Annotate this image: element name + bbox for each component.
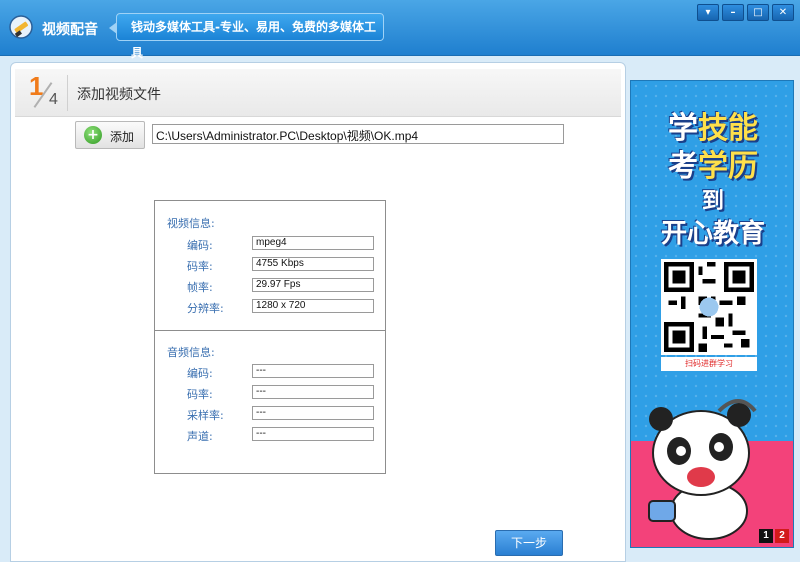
ad-headline-2: 考学历	[631, 141, 793, 185]
video-codec-value: mpeg4	[252, 236, 374, 250]
add-button-label: 添加	[110, 130, 135, 144]
qr-caption: 扫码进群学习	[661, 357, 757, 371]
video-bitrate-label: 码率:	[187, 260, 213, 273]
video-framerate-label: 帧率:	[187, 281, 213, 294]
step-total: 4	[49, 91, 58, 108]
title-bar: 视频配音 钱动多媒体工具-专业、易用、免费的多媒体工具 ▾ – □ ✕	[0, 0, 800, 60]
video-codec-label: 编码:	[187, 239, 213, 252]
media-info-box: 视频信息: 编码: mpeg4 码率: 4755 Kbps 帧率: 29.97 …	[154, 200, 386, 474]
video-info-title: 视频信息:	[167, 217, 215, 230]
audio-channels-value: ---	[252, 427, 374, 441]
qr-code-icon	[661, 259, 757, 355]
info-separator	[155, 330, 385, 331]
next-step-button[interactable]: 下一步	[495, 530, 563, 556]
audio-bitrate-label: 码率:	[187, 388, 213, 401]
maximize-button[interactable]: □	[747, 4, 769, 21]
step-header: 1 4 添加视频文件	[15, 69, 621, 117]
audio-codec-value: ---	[252, 364, 374, 378]
step-title: 添加视频文件	[77, 87, 161, 103]
video-framerate-value: 29.97 Fps	[252, 278, 374, 292]
close-button[interactable]: ✕	[772, 4, 794, 21]
ad-headline-2b: 学历	[698, 149, 758, 184]
plus-icon: +	[84, 126, 102, 144]
ad-banner[interactable]: 学技能 考学历 到 开心教育 扫码进群学习 1 2	[630, 80, 794, 548]
step-indicator: 1 4	[29, 71, 61, 113]
app-logo-icon	[8, 14, 34, 40]
video-resolution-value: 1280 x 720	[252, 299, 374, 313]
add-file-button[interactable]: + 添加	[75, 121, 145, 149]
file-path-field[interactable]: C:\Users\Administrator.PC\Desktop\视频\OK.…	[152, 124, 564, 144]
panda-mascot-icon	[639, 381, 769, 541]
step-divider	[67, 75, 68, 111]
ad-headline-3: 到	[701, 189, 724, 214]
ad-page-1[interactable]: 1	[759, 529, 773, 543]
slogan-banner: 钱动多媒体工具-专业、易用、免费的多媒体工具	[109, 13, 384, 60]
main-panel: 1 4 添加视频文件 + 添加 C:\Users\Administrator.P…	[10, 62, 626, 562]
audio-codec-label: 编码:	[187, 367, 213, 380]
audio-info-title: 音频信息:	[167, 346, 215, 359]
ad-page-2[interactable]: 2	[775, 529, 789, 543]
audio-bitrate-value: ---	[252, 385, 374, 399]
ad-headline-2a: 考	[668, 149, 698, 184]
minimize-button[interactable]: –	[722, 4, 744, 21]
audio-channels-label: 声道:	[187, 430, 213, 443]
app-title: 视频配音	[42, 22, 98, 38]
window-controls: ▾ – □ ✕	[697, 4, 794, 21]
menu-button[interactable]: ▾	[697, 4, 719, 21]
audio-samplerate-value: ---	[252, 406, 374, 420]
ad-headline-4: 开心教育	[660, 219, 765, 249]
video-resolution-label: 分辨率:	[187, 302, 224, 315]
ad-pager: 1 2	[759, 529, 789, 543]
video-bitrate-value: 4755 Kbps	[252, 257, 374, 271]
audio-samplerate-label: 采样率:	[187, 409, 224, 422]
